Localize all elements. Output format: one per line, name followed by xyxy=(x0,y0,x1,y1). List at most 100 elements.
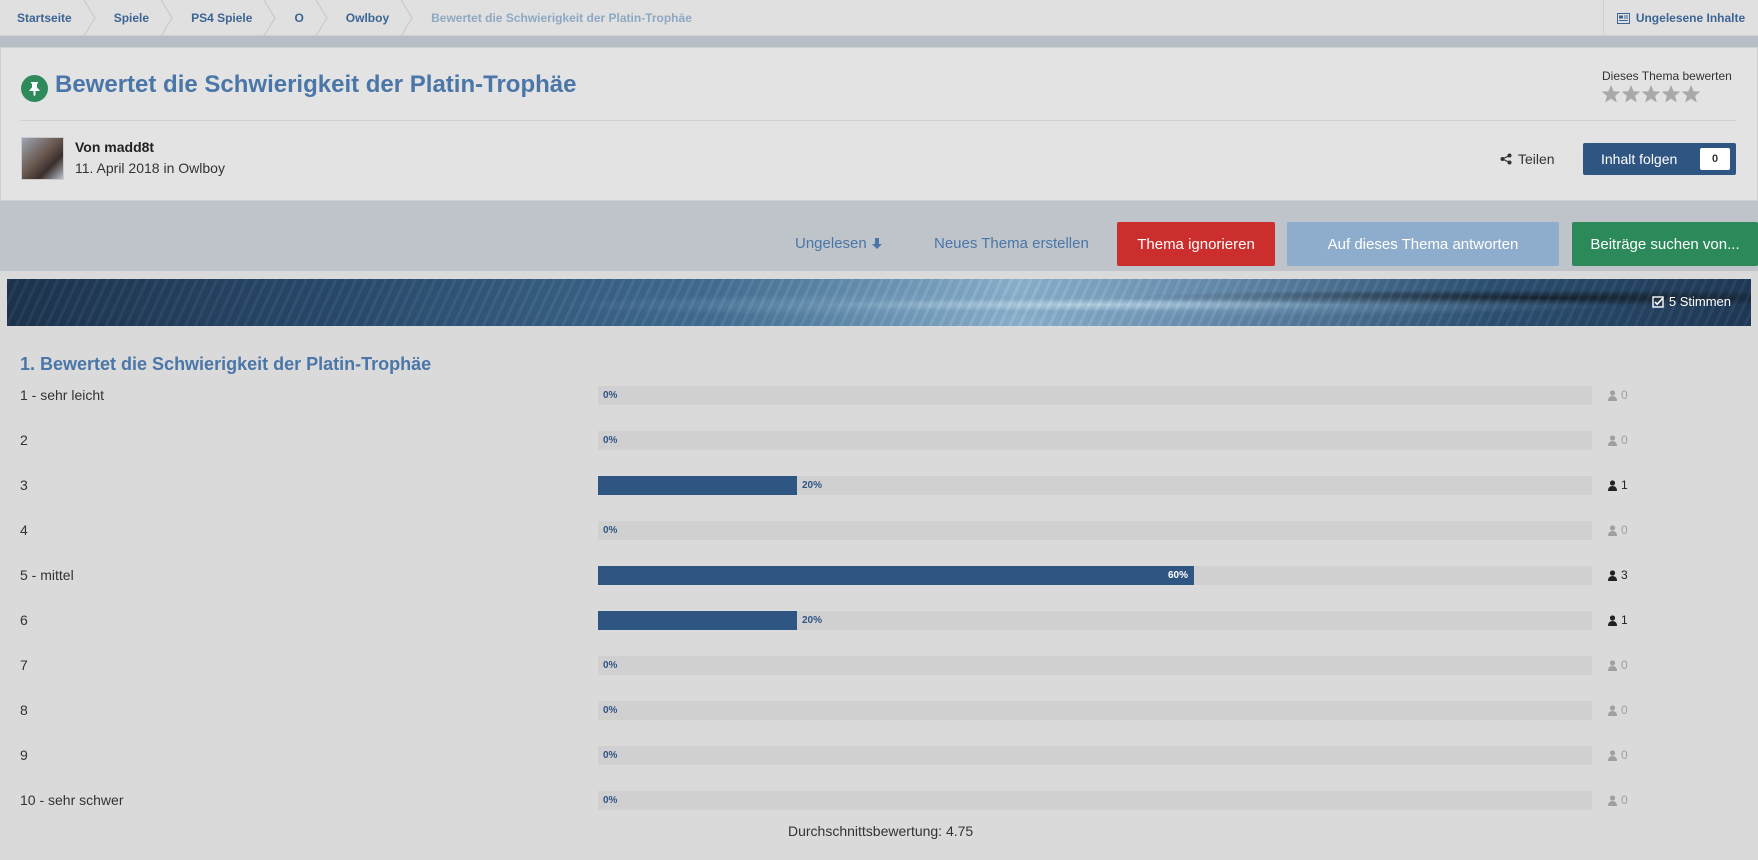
breadcrumb-item-home[interactable]: Startseite xyxy=(0,0,96,36)
poll-bar-track: 20% xyxy=(598,611,1592,630)
user-icon xyxy=(1608,569,1617,581)
breadcrumb-item-current: Bewertet die Schwierigkeit der Platin-Tr… xyxy=(431,11,692,25)
breadcrumb-item-o[interactable]: O xyxy=(276,0,328,36)
breadcrumb-item-games[interactable]: Spiele xyxy=(96,0,173,36)
poll-option-label: 2 xyxy=(20,432,28,448)
poll-question: 1. Bewertet die Schwierigkeit der Platin… xyxy=(20,354,432,374)
poll-option-label: 10 - sehr schwer xyxy=(20,792,124,808)
poll-percent-label: 0% xyxy=(603,705,618,716)
poll-option-label: 9 xyxy=(20,747,28,763)
breadcrumb-separator xyxy=(264,0,277,36)
poll-vote-count: 0 xyxy=(1608,433,1628,447)
rate-topic-label: Dieses Thema bewerten xyxy=(1602,69,1732,83)
user-icon xyxy=(1608,794,1617,806)
search-posts-button[interactable]: Beiträge suchen von... xyxy=(1572,222,1758,266)
user-icon xyxy=(1608,659,1617,671)
poll-percent-label: 0% xyxy=(603,795,618,806)
poll-vote-count-value: 0 xyxy=(1621,433,1628,447)
user-icon xyxy=(1608,614,1617,626)
reply-topic-button[interactable]: Auf dieses Thema antworten xyxy=(1287,222,1559,266)
user-icon xyxy=(1608,479,1617,491)
unread-content-link[interactable]: Ungelesene Inhalte xyxy=(1603,0,1758,36)
poll-bar-track: 0% xyxy=(598,431,1592,450)
poll-percent-label: 0% xyxy=(603,435,618,446)
post-date: 11. April 2018 in Owlboy xyxy=(75,160,225,176)
poll-percent-label: 60% xyxy=(1168,570,1189,581)
poll-vote-count-value: 0 xyxy=(1621,703,1628,717)
poll-bar-fill xyxy=(598,611,797,630)
poll-vote-count-value: 0 xyxy=(1621,523,1628,537)
poll-bar-track: 0% xyxy=(598,656,1592,675)
poll-vote-count-value: 0 xyxy=(1621,748,1628,762)
unread-link[interactable]: Ungelesen xyxy=(795,235,883,252)
poll-vote-count: 0 xyxy=(1608,658,1628,672)
user-icon xyxy=(1608,389,1617,401)
average-rating: Durchschnittsbewertung: 4.75 xyxy=(788,823,974,839)
poll-vote-count: 1 xyxy=(1608,613,1628,627)
poll-option-label: 3 xyxy=(20,477,28,493)
poll-option-label: 5 - mittel xyxy=(20,567,74,583)
poll-vote-count: 0 xyxy=(1608,703,1628,717)
poll-vote-count: 0 xyxy=(1608,388,1628,402)
star-icon[interactable] xyxy=(1601,84,1621,104)
user-icon xyxy=(1608,749,1617,761)
follow-content-button[interactable]: Inhalt folgen 0 xyxy=(1583,143,1736,175)
breadcrumb-separator xyxy=(400,0,413,36)
poll-vote-count: 1 xyxy=(1608,478,1628,492)
star-icon[interactable] xyxy=(1621,84,1641,104)
check-square-icon xyxy=(1652,295,1664,308)
poll-vote-count-value: 0 xyxy=(1621,388,1628,402)
poll-vote-count-value: 1 xyxy=(1621,613,1628,627)
user-icon xyxy=(1608,704,1617,716)
poll-bar-fill xyxy=(598,566,1194,585)
follow-count-badge: 0 xyxy=(1700,148,1730,170)
poll-option-label: 6 xyxy=(20,612,28,628)
breadcrumb-separator xyxy=(160,0,173,36)
poll-vote-count: 0 xyxy=(1608,523,1628,537)
pinned-badge xyxy=(21,75,48,102)
poll-bar-track: 0% xyxy=(598,386,1592,405)
rating-stars[interactable] xyxy=(1601,84,1701,104)
star-icon[interactable] xyxy=(1661,84,1681,104)
share-button[interactable]: Teilen xyxy=(1500,151,1555,167)
poll-option-label: 1 - sehr leicht xyxy=(20,387,105,403)
breadcrumb: Startseite Spiele PS4 Spiele O Owlboy Be… xyxy=(0,0,716,36)
share-icon xyxy=(1500,153,1512,165)
header-divider xyxy=(20,120,1736,121)
poll-vote-count-value: 1 xyxy=(1621,478,1628,492)
poll-vote-count-value: 0 xyxy=(1621,658,1628,672)
breadcrumb-bar: Startseite Spiele PS4 Spiele O Owlboy Be… xyxy=(0,0,1758,36)
breadcrumb-item-ps4-games[interactable]: PS4 Spiele xyxy=(173,0,277,36)
poll-bar-track: 0% xyxy=(598,791,1592,810)
poll-percent-label: 0% xyxy=(603,390,618,401)
poll-vote-count: 0 xyxy=(1608,748,1628,762)
poll-percent-label: 20% xyxy=(802,615,823,626)
poll-vote-count: 0 xyxy=(1608,793,1628,807)
arrow-down-icon xyxy=(871,238,882,249)
star-icon[interactable] xyxy=(1681,84,1701,104)
poll-percent-label: 20% xyxy=(802,480,823,491)
user-icon xyxy=(1608,524,1617,536)
breadcrumb-item-owlboy[interactable]: Owlboy xyxy=(328,0,413,36)
poll-bar-track: 0% xyxy=(598,521,1592,540)
newspaper-icon xyxy=(1616,12,1630,24)
avatar[interactable] xyxy=(21,137,64,180)
poll-percent-label: 0% xyxy=(603,525,618,536)
user-icon xyxy=(1608,434,1617,446)
poll-bar-track: 0% xyxy=(598,701,1592,720)
breadcrumb-separator xyxy=(83,0,96,36)
author-name[interactable]: Von madd8t xyxy=(75,139,154,155)
poll-vote-count-value: 0 xyxy=(1621,793,1628,807)
poll-option-label: 8 xyxy=(20,702,28,718)
ignore-topic-button[interactable]: Thema ignorieren xyxy=(1117,222,1275,266)
poll-percent-label: 0% xyxy=(603,750,618,761)
new-topic-link[interactable]: Neues Thema erstellen xyxy=(934,235,1089,252)
poll-banner: 5 Stimmen xyxy=(7,279,1751,326)
header-divider-strip xyxy=(0,36,1758,47)
poll-bar-track: 60% xyxy=(598,566,1592,585)
poll-vote-count-value: 3 xyxy=(1621,568,1628,582)
poll-percent-label: 0% xyxy=(603,660,618,671)
breadcrumb-separator xyxy=(315,0,328,36)
star-icon[interactable] xyxy=(1641,84,1661,104)
poll-option-label: 7 xyxy=(20,657,28,673)
